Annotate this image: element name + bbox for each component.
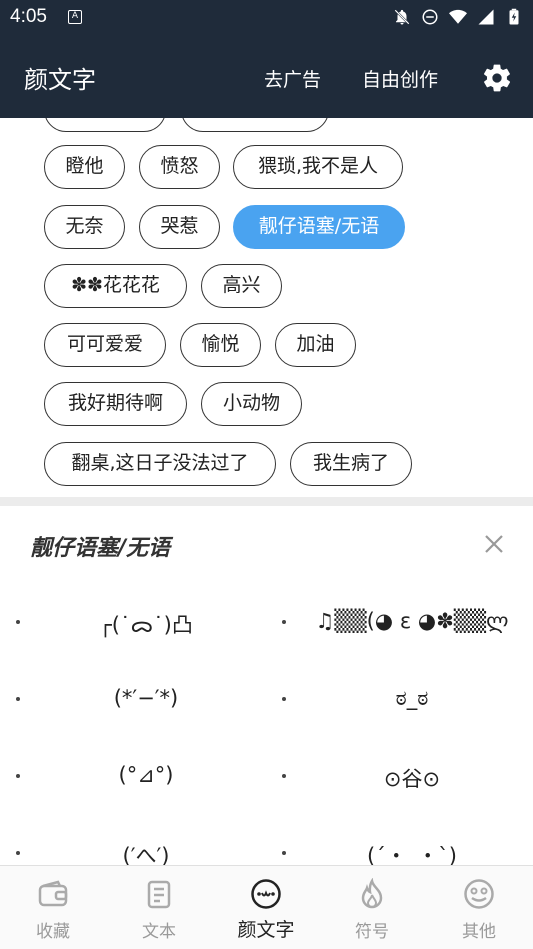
panel-title: 靓仔语塞/无语 <box>30 536 171 561</box>
emoticon-item[interactable]: (´・_・`) <box>282 834 532 866</box>
emoticon-text: ಠ_ಠ <box>395 686 429 710</box>
emoticon-item[interactable]: (*′−′*) <box>16 680 266 720</box>
bullet-dot <box>16 697 20 701</box>
tag-item[interactable]: 加油 <box>275 323 356 367</box>
emoticon-item[interactable]: (′へ′) <box>16 834 266 866</box>
nav-favorites[interactable]: 收藏 <box>0 866 106 949</box>
emoticon-face-icon <box>251 879 281 909</box>
nav-emoticons[interactable]: 颜文字 <box>213 866 319 949</box>
nav-other[interactable]: 其他 <box>426 866 532 949</box>
emoticon-text: ♫▒▒(◕ ε ◕✽▒▒ლ <box>315 609 509 633</box>
do-not-disturb-icon <box>422 9 438 25</box>
document-icon <box>147 880 171 909</box>
tag-item[interactable]: 哭惹 <box>139 205 220 249</box>
tag-item[interactable]: 猥琐,我不是人 <box>233 145 403 189</box>
bullet-dot <box>282 774 286 778</box>
notifications-off-icon <box>394 9 410 25</box>
free-create-button[interactable]: 自由创作 <box>362 65 438 92</box>
nav-symbols[interactable]: 符号 <box>319 866 425 949</box>
bullet-dot <box>16 851 20 855</box>
emoticon-text: (°⊿°) <box>118 763 174 787</box>
app-bar: 颜文字 去广告 自由创作 <box>0 36 533 118</box>
tag-item[interactable]: 我好期待啊 <box>44 382 187 426</box>
tag-item[interactable]: ✽✽花花花 <box>44 264 187 308</box>
emoticon-item[interactable]: ಠ_ಠ <box>282 680 532 720</box>
emoticon-text: ┌(˙ᯅ˙)凸 <box>99 613 193 637</box>
tag-partial-1[interactable] <box>44 118 166 132</box>
emoticon-item[interactable]: ⊙谷⊙ <box>282 757 532 797</box>
face-mask-icon <box>464 879 494 909</box>
category-tag-list: 瞪他 愤怒 猥琐,我不是人 无奈 哭惹 靓仔语塞/无语 ✽✽花花花 高兴 可可爱… <box>0 118 533 498</box>
nav-label: 文本 <box>142 922 176 942</box>
bullet-dot <box>282 851 286 855</box>
emoticon-item[interactable]: ♫▒▒(◕ ε ◕✽▒▒ლ <box>282 603 532 643</box>
wallet-icon <box>38 880 68 907</box>
emoticon-item[interactable]: (°⊿°) <box>16 757 266 797</box>
remove-ads-button[interactable]: 去广告 <box>264 65 321 92</box>
nav-label: 收藏 <box>36 922 70 942</box>
tag-item[interactable]: 愉悦 <box>180 323 261 367</box>
fire-icon <box>361 878 383 909</box>
bullet-dot <box>282 620 286 624</box>
bullet-dot <box>16 620 20 624</box>
tag-item[interactable]: 可可爱爱 <box>44 323 166 367</box>
tag-item[interactable]: 愤怒 <box>139 145 220 189</box>
emoticon-text: (′へ′) <box>122 844 170 866</box>
status-time: 4:05 <box>10 6 47 27</box>
tag-partial-2[interactable] <box>181 118 329 132</box>
tag-item[interactable]: 高兴 <box>201 264 282 308</box>
bullet-dot <box>282 697 286 701</box>
nav-label: 颜文字 <box>237 919 295 941</box>
a-badge-icon: A <box>68 10 82 24</box>
nav-label: 其他 <box>462 922 496 942</box>
emoticon-text: (*′−′*) <box>113 686 179 710</box>
nav-label: 符号 <box>355 922 389 942</box>
nav-text[interactable]: 文本 <box>106 866 212 949</box>
signal-icon <box>478 9 494 25</box>
tag-item[interactable]: 翻桌,这日子没法过了 <box>44 442 276 486</box>
tag-item[interactable]: 瞪他 <box>44 145 125 189</box>
emoticon-text: (´・_・`) <box>367 844 457 866</box>
bottom-navigation: 收藏 文本 颜文字 符号 其他 <box>0 865 533 949</box>
emoticon-text: ⊙谷⊙ <box>383 767 441 791</box>
emoticon-panel: 靓仔语塞/无语 ┌(˙ᯅ˙)凸 ♫▒▒(◕ ε ◕✽▒▒ლ (*′−′*) ಠ_… <box>0 506 533 866</box>
gear-icon[interactable] <box>481 62 513 94</box>
tag-item-selected[interactable]: 靓仔语塞/无语 <box>233 205 405 249</box>
status-icons <box>393 8 523 26</box>
section-divider <box>0 497 533 506</box>
tag-item[interactable]: 我生病了 <box>290 442 412 486</box>
status-bar: 4:05 A <box>0 0 533 36</box>
tag-item[interactable]: 小动物 <box>201 382 302 426</box>
close-icon[interactable] <box>482 532 506 556</box>
tag-item[interactable]: 无奈 <box>44 205 125 249</box>
bullet-dot <box>16 774 20 778</box>
app-title: 颜文字 <box>24 66 96 94</box>
emoticon-item[interactable]: ┌(˙ᯅ˙)凸 <box>16 603 266 643</box>
battery-charging-icon <box>509 8 519 25</box>
wifi-icon <box>449 9 467 24</box>
